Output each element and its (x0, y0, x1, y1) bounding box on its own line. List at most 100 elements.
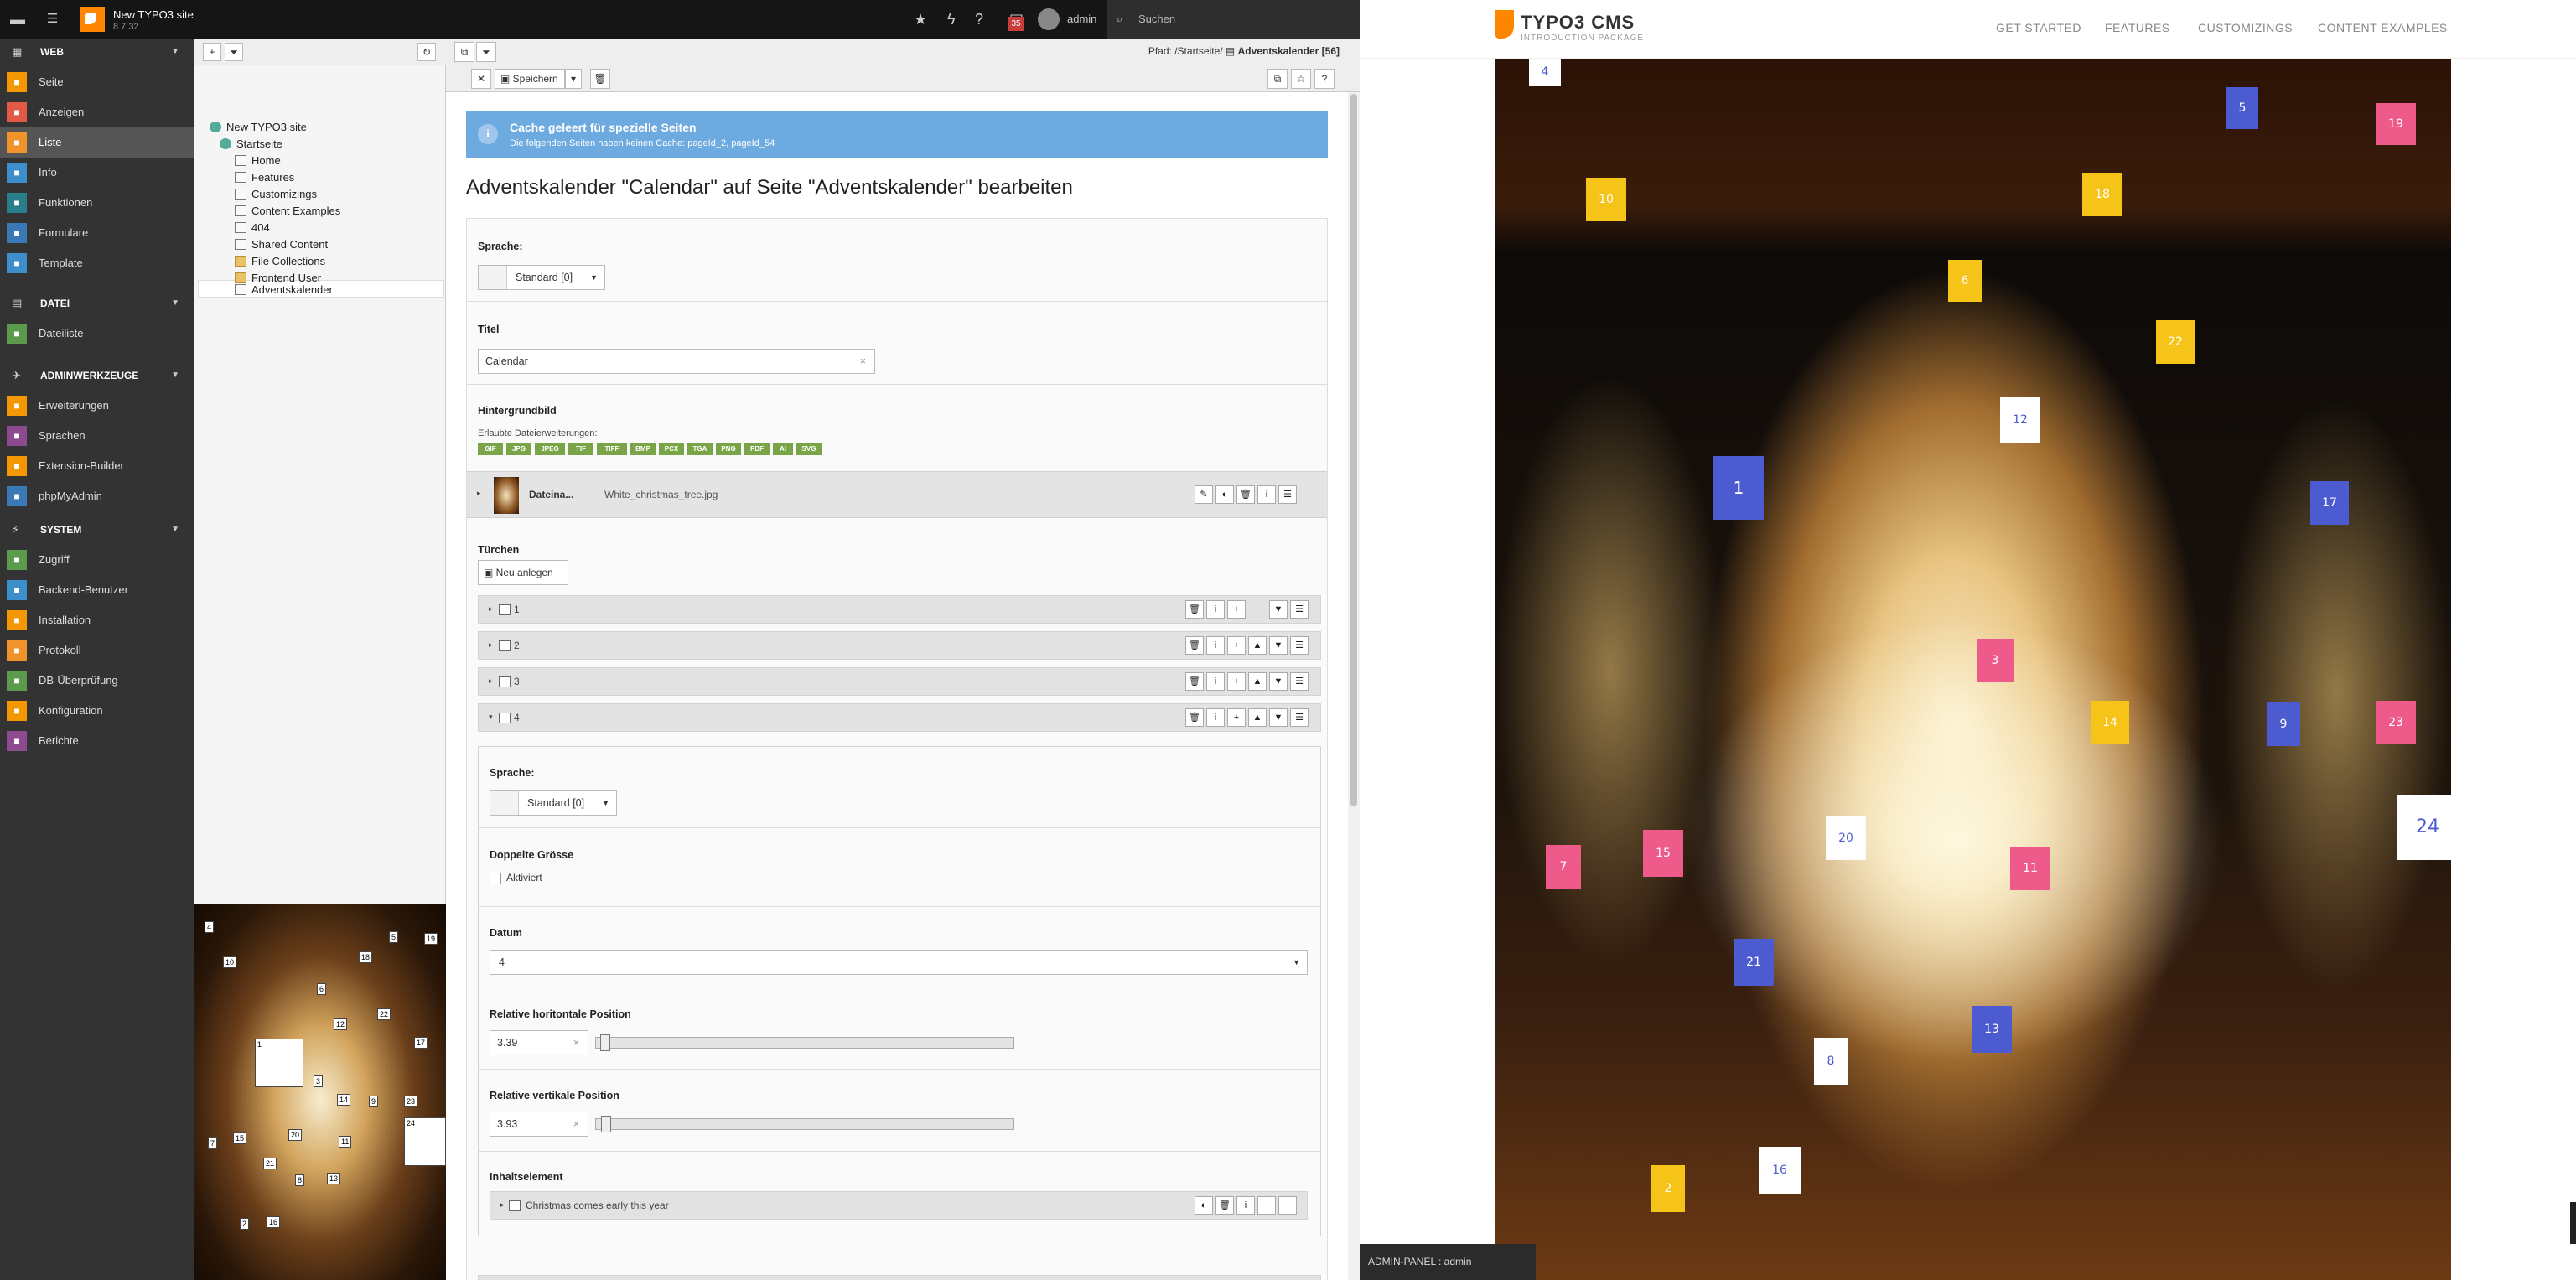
door-row[interactable]: ▸ 2 🗑 i + ▲ ▼ ☰ (478, 631, 1321, 660)
advent-door[interactable]: 8 (1814, 1038, 1848, 1085)
new-door-button[interactable]: ▣ Neu anlegen (478, 560, 568, 585)
expand-caret-icon[interactable]: ▾ (489, 713, 493, 722)
horizontal-slider-handle[interactable] (600, 1034, 610, 1051)
move-up-icon[interactable]: ▲ (1248, 708, 1267, 727)
drag-handle-icon[interactable]: ☰ (1290, 600, 1309, 619)
tree-node-404[interactable]: 404 (235, 220, 270, 236)
door-row[interactable]: ▸ 3 🗑 i + ▲ ▼ ☰ (478, 667, 1321, 696)
date-select[interactable]: 4 ▼ (490, 950, 1308, 975)
help-icon[interactable]: ? (975, 0, 983, 39)
advent-door[interactable]: 12 (2000, 397, 2040, 443)
door-row[interactable]: ▾ 4 🗑 i + ▲ ▼ ☰ (478, 703, 1321, 732)
clear-icon[interactable]: × (573, 1112, 579, 1136)
move-down-icon[interactable]: ▼ (1269, 636, 1288, 655)
advent-door[interactable]: 10 (1586, 178, 1626, 221)
menu-item-installation[interactable]: ■ Installation (0, 605, 194, 635)
info-icon[interactable]: i (1206, 600, 1225, 619)
hide-toggle-icon[interactable]: ◐ (1195, 1196, 1213, 1215)
info-icon[interactable]: i (1236, 1196, 1255, 1215)
advent-door[interactable]: 17 (2310, 481, 2349, 525)
menu-item-erweiterungen[interactable]: ■ Erweiterungen (0, 391, 194, 421)
menu-item-db-berpr-fung[interactable]: ■ DB-Überprüfung (0, 666, 194, 696)
tree-node-new-typo3-site[interactable]: New TYPO3 site (210, 119, 307, 136)
advent-door[interactable]: 24 (2397, 795, 2451, 860)
info-icon[interactable]: i (1206, 672, 1225, 691)
filter-toggle-icon[interactable]: ⏷ (476, 42, 496, 62)
advent-door[interactable]: 2 (1651, 1165, 1685, 1212)
menu-item-berichte[interactable]: ■ Berichte (0, 726, 194, 756)
tree-node-customizings[interactable]: Customizings (235, 186, 317, 203)
vertical-position-input[interactable]: 3.93 × (490, 1112, 588, 1137)
advent-door[interactable]: 14 (2091, 701, 2129, 744)
search-input[interactable]: Suchen (1138, 13, 1175, 25)
language-select[interactable]: Standard [0] ▼ (478, 265, 605, 290)
clear-icon[interactable]: × (573, 1031, 579, 1055)
advent-door[interactable]: 18 (2082, 173, 2122, 216)
user-avatar[interactable] (1038, 8, 1060, 30)
search-area[interactable]: ⌕ Suchen (1107, 0, 1360, 39)
advent-door[interactable]: 16 (1759, 1147, 1801, 1194)
drag-handle-icon[interactable]: ☰ (1290, 636, 1309, 655)
menu-item-info[interactable]: ■ Info (0, 158, 194, 188)
move-down-icon[interactable]: ▼ (1269, 672, 1288, 691)
tree-node-file-collections[interactable]: File Collections (235, 253, 325, 270)
advent-door[interactable]: 6 (1948, 260, 1982, 302)
bookmark-star-icon[interactable]: ★ (914, 0, 927, 39)
menu-item-liste[interactable]: ■ Liste (0, 127, 194, 158)
expand-caret-icon[interactable]: ▸ (500, 1200, 505, 1210)
typo3-logo[interactable] (80, 7, 105, 32)
menu-item-seite[interactable]: ■ Seite (0, 67, 194, 97)
expand-caret-icon[interactable]: ▸ (489, 676, 493, 686)
drag-handle-icon[interactable]: ☰ (1278, 485, 1297, 504)
menu-toggle-icon[interactable]: ▬ (10, 0, 25, 39)
close-icon[interactable]: ✕ (471, 69, 491, 89)
advent-door[interactable]: 9 (2267, 702, 2300, 746)
tree-node-shared-content[interactable]: Shared Content (235, 236, 328, 253)
nav-content-examples[interactable]: CONTENT EXAMPLES (2318, 21, 2448, 34)
advent-door[interactable]: 22 (2156, 320, 2195, 364)
advent-door[interactable]: 15 (1643, 830, 1683, 877)
advent-door[interactable]: 1 (1713, 456, 1764, 520)
drag-handle-icon[interactable]: ☰ (1290, 708, 1309, 727)
expand-caret-icon[interactable]: ▸ (489, 640, 493, 650)
title-input[interactable]: Calendar × (478, 349, 875, 374)
menu-item-zugriff[interactable]: ■ Zugriff (0, 545, 194, 575)
menu-group-system[interactable]: ⚡ SYSTEM ▼ (0, 516, 194, 543)
advent-door[interactable]: 19 (2376, 103, 2416, 145)
menu-group-adminwerkzeuge[interactable]: ✈ ADMINWERKZEUGE ▼ (0, 362, 194, 389)
door-row[interactable]: ▸5🗑i+▲▼☰ (478, 1275, 1321, 1280)
empty-action[interactable] (1278, 1196, 1297, 1215)
open-new-window-icon[interactable]: ⧉ (454, 42, 474, 62)
menu-item-sprachen[interactable]: ■ Sprachen (0, 421, 194, 451)
tree-node-home[interactable]: Home (235, 153, 281, 169)
delete-icon[interactable]: 🗑 (1215, 1196, 1234, 1215)
nav-get-started[interactable]: GET STARTED (1996, 21, 2081, 34)
nav-features[interactable]: FEATURES (2105, 21, 2170, 34)
info-icon[interactable]: i (1206, 708, 1225, 727)
filter-icon[interactable]: ⏷ (225, 43, 243, 61)
drag-handle-icon[interactable]: ☰ (1290, 672, 1309, 691)
advent-door[interactable]: 7 (1546, 845, 1581, 889)
refresh-icon[interactable]: ↻ (417, 43, 436, 61)
tree-node-content-examples[interactable]: Content Examples (235, 203, 340, 220)
admin-panel-bar[interactable]: ADMIN-PANEL : admin (1360, 1244, 1536, 1280)
advent-door[interactable]: 20 (1826, 816, 1866, 860)
edit-pencil-icon[interactable]: ✎ (1195, 485, 1213, 504)
file-reference-row[interactable]: ▸ Dateina... White_christmas_tree.jpg ✎ … (467, 471, 1327, 518)
menu-item-funktionen[interactable]: ■ Funktionen (0, 188, 194, 218)
delete-icon[interactable]: 🗑 (590, 69, 610, 89)
save-options-dropdown[interactable]: ▾ (565, 69, 582, 89)
move-down-icon[interactable]: ▼ (1269, 708, 1288, 727)
new-page-icon[interactable]: + (203, 43, 221, 61)
menu-item-extension-builder[interactable]: ■ Extension-Builder (0, 451, 194, 481)
delete-file-icon[interactable]: 🗑 (1236, 485, 1255, 504)
tree-node-features[interactable]: Features (235, 169, 294, 186)
menu-group-web[interactable]: ▦ WEB ▼ (0, 39, 194, 65)
hide-toggle-icon[interactable]: ◐ (1215, 485, 1234, 504)
help-button-icon[interactable]: ? (1314, 69, 1335, 89)
editor-scrollbar-thumb[interactable] (1350, 94, 1357, 806)
menu-item-backend-benutzer[interactable]: ■ Backend-Benutzer (0, 575, 194, 605)
advent-door[interactable]: 11 (2010, 847, 2050, 890)
advent-door[interactable]: 5 (2226, 87, 2258, 129)
bookmark-icon[interactable]: ☆ (1291, 69, 1311, 89)
